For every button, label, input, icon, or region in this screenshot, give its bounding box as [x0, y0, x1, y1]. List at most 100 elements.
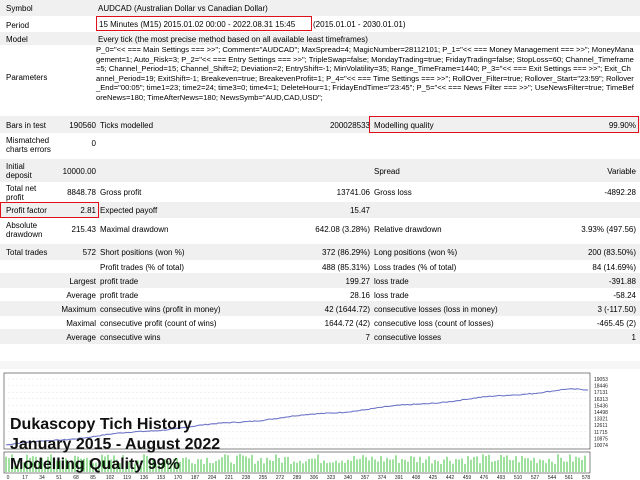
maximum-label: Maximum — [61, 305, 96, 314]
x-tick-label: 340 — [344, 475, 353, 480]
max-cw-label: consecutive wins (profit in money) — [100, 305, 221, 314]
x-tick-label: 493 — [497, 475, 506, 480]
x-tick-label: 544 — [548, 475, 557, 480]
x-tick-label: 425 — [429, 475, 438, 480]
long-value: 200 (83.50%) — [587, 248, 636, 257]
average-loss-label: loss trade — [374, 291, 409, 300]
y-tick-label: 11715 — [594, 430, 608, 436]
short-label: Short positions (won %) — [100, 248, 185, 257]
y-tick-label: 19053 — [594, 377, 608, 383]
quality-label: Modelling quality — [374, 121, 434, 130]
x-tick-label: 272 — [276, 475, 285, 480]
avg-cw-label: consecutive wins — [100, 333, 161, 342]
mxl-cp-value: 1644.72 (42) — [324, 319, 370, 328]
overlay-line-3: Modelling Quality 99% — [10, 456, 180, 473]
absdd-value: 215.43 — [71, 225, 96, 234]
spread-value: Variable — [607, 167, 636, 176]
y-tick-label: 10875 — [594, 436, 608, 442]
x-tick-label: 442 — [446, 475, 455, 480]
largest-profit-value: 199.27 — [345, 277, 370, 286]
quality-value: 99.90% — [608, 121, 636, 130]
y-tick-label: 10074 — [594, 443, 608, 449]
y-tick-label: 12611 — [594, 423, 608, 429]
x-tick-label: 561 — [565, 475, 574, 480]
parameters-label: Parameters — [6, 73, 48, 82]
largest-loss-label: loss trade — [374, 277, 409, 286]
y-tick-label: 13321 — [594, 417, 608, 423]
netprofit-value: 8848.78 — [67, 188, 96, 197]
ticks-value: 200028533 — [329, 121, 370, 130]
y-tick-label: 18446 — [594, 384, 608, 390]
maximal-label: Maximal — [66, 319, 96, 328]
max-cw-value: 42 (1644.72) — [324, 305, 370, 314]
grossprofit-value: 13741.06 — [336, 188, 370, 197]
x-tick-label: 34 — [39, 475, 45, 480]
mxl-cl-value: -465.45 (2) — [596, 319, 636, 328]
avg-cl-label: consecutive losses — [374, 333, 442, 342]
pf-value: 2.81 — [80, 206, 96, 215]
short-value: 372 (86.29%) — [321, 248, 370, 257]
x-tick-label: 136 — [140, 475, 149, 480]
x-tick-label: 204 — [208, 475, 217, 480]
max-cl-value: 3 (-117.50) — [597, 305, 636, 314]
x-tick-label: 323 — [327, 475, 336, 480]
x-tick-label: 289 — [293, 475, 302, 480]
y-tick-label: 16313 — [594, 397, 608, 403]
symbol-row — [0, 0, 640, 16]
ptrades-label: Profit trades (% of total) — [100, 263, 185, 272]
deposit-row — [0, 159, 640, 182]
largest-loss-value: -391.88 — [608, 277, 636, 286]
x-tick-label: 17 — [22, 475, 28, 480]
balance-chart: 19053 18446 17131 16313 15436 14498 13321 12611… — [0, 361, 640, 480]
model-label: Model — [6, 35, 28, 44]
x-tick-label: 0 — [7, 475, 10, 480]
payoff-label: Expected payoff — [100, 206, 158, 215]
avg-cl-value: 1 — [631, 333, 636, 342]
largest-profit-label: profit trade — [100, 277, 139, 286]
x-tick-label: 119 — [123, 475, 131, 480]
average-profit-label: profit trade — [100, 291, 139, 300]
avg2-label: Average — [66, 333, 96, 342]
x-tick-label: 578 — [582, 475, 591, 480]
ltrades-value: 84 (14.69%) — [592, 263, 636, 272]
ptrades-value: 488 (85.31%) — [321, 263, 370, 272]
x-tick-label: 476 — [480, 475, 489, 480]
period-value-highlight: 15 Minutes (M15) 2015.01.02 00:00 - 2022… — [99, 20, 296, 29]
x-tick-label: 102 — [106, 475, 115, 480]
payoff-value: 15.47 — [349, 206, 370, 215]
y-tick-label: 15436 — [594, 403, 608, 409]
largest-label: Largest — [69, 277, 96, 286]
symbol-value: AUDCAD (Australian Dollar vs Canadian Do… — [98, 4, 268, 13]
x-tick-label: 306 — [310, 475, 319, 480]
overlay-line-2: January 2015 - August 2022 — [10, 436, 221, 453]
x-tick-label: 187 — [191, 475, 200, 480]
reldd-label: Relative drawdown — [374, 225, 442, 234]
avg-cw-value: 7 — [365, 333, 370, 342]
ticks-label: Ticks modelled — [100, 121, 154, 130]
x-tick-label: 85 — [90, 475, 96, 480]
x-tick-label: 68 — [73, 475, 79, 480]
model-value: Every tick (the most precise method base… — [98, 35, 368, 44]
spread-label: Spread — [374, 167, 400, 176]
reldd-value: 3.93% (497.56) — [581, 225, 636, 234]
parameters-value: P_0="<< === Main Settings === >>"; Comme… — [96, 45, 634, 102]
x-tick-label: 459 — [463, 475, 472, 480]
x-tick-label: 527 — [531, 475, 540, 480]
trades-value: 572 — [82, 248, 96, 257]
bars-value: 190560 — [69, 121, 96, 130]
overlay-line-1: Dukascopy Tich History — [10, 416, 192, 433]
period-value-rest: (2015.01.01 - 2030.01.01) — [313, 20, 406, 29]
x-tick-label: 221 — [225, 475, 234, 480]
x-tick-label: 510 — [514, 475, 523, 480]
long-label: Long positions (won %) — [374, 248, 458, 257]
average-profit-value: 28.16 — [349, 291, 370, 300]
symbol-label: Symbol — [6, 4, 33, 13]
y-tick-label: 17131 — [594, 390, 608, 396]
x-tick-label: 238 — [242, 475, 251, 480]
deposit-value: 10000.00 — [62, 167, 96, 176]
x-tick-label: 391 — [395, 475, 404, 480]
chart-title-bar — [0, 361, 640, 369]
maxdd-label: Maximal drawdown — [100, 225, 169, 234]
x-tick-label: 51 — [56, 475, 62, 480]
grossloss-label: Gross loss — [374, 188, 412, 197]
